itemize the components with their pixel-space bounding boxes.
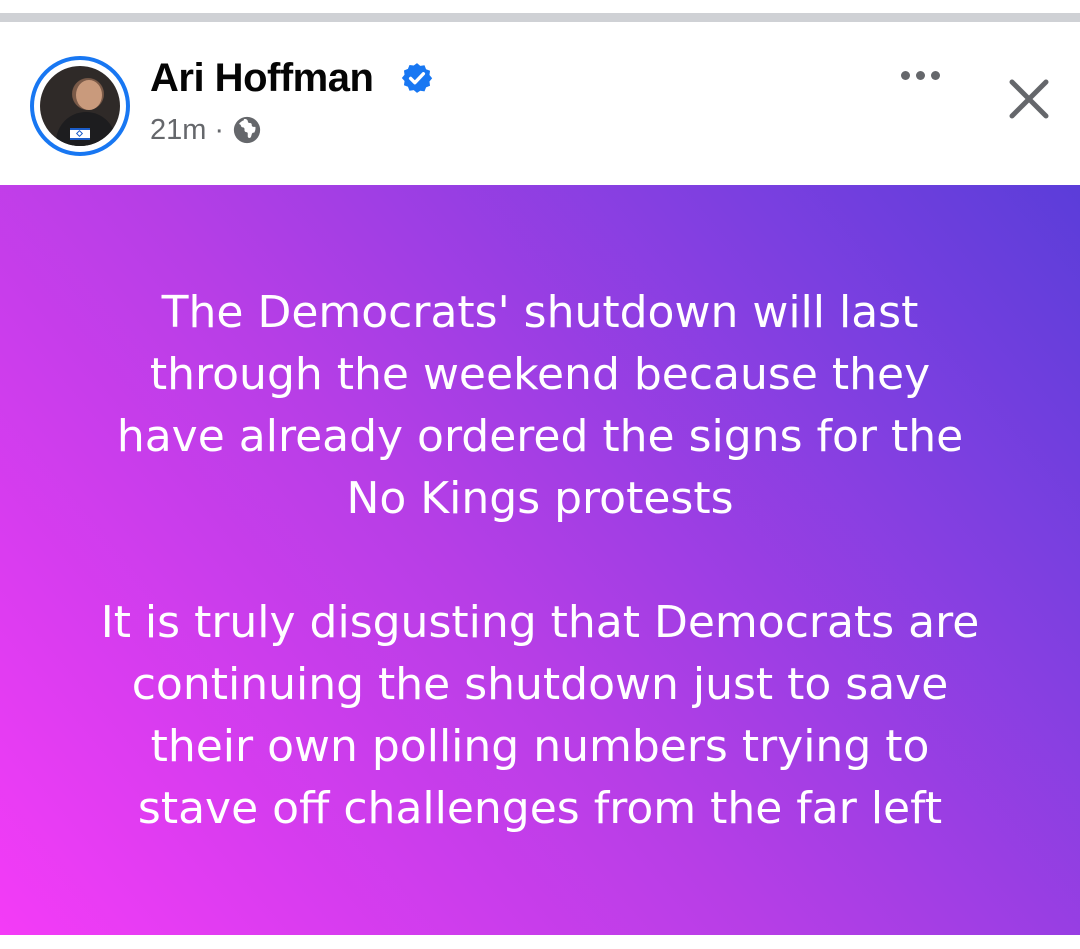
post-text-line: continuing the shutdown just to save [131, 659, 949, 710]
israel-flag-icon [70, 128, 90, 140]
meta-separator: · [214, 113, 225, 146]
post-text-line: through the weekend because they [149, 349, 931, 400]
post-meta: 21m · [150, 112, 262, 148]
post-text-line: It is truly disgusting that Democrats ar… [100, 597, 980, 648]
verified-badge-icon [401, 63, 433, 93]
avatar[interactable] [30, 56, 130, 156]
post-timestamp[interactable]: 21m [150, 114, 206, 147]
post-paragraph-1: The Democrats' shutdown will last throug… [40, 282, 1040, 530]
post-text-background: The Democrats' shutdown will last throug… [0, 185, 1080, 935]
top-divider [0, 13, 1080, 22]
post-text-line: stave off challenges from the far left [137, 783, 943, 834]
more-options-icon [900, 70, 910, 80]
avatar-photo [40, 66, 120, 146]
bottom-edge [0, 935, 1080, 949]
more-options-button[interactable] [890, 62, 950, 88]
post-viewer: Ari Hoffman 21m · The Democrats' shutdow… [0, 0, 1080, 949]
post-text-line: No Kings protests [346, 473, 734, 524]
post-text-line: their own polling numbers trying to [150, 721, 930, 772]
post-paragraph-2: It is truly disgusting that Democrats ar… [40, 592, 1040, 840]
close-button[interactable] [1004, 74, 1054, 124]
globe-icon [233, 116, 261, 144]
post-text-line: The Democrats' shutdown will last [161, 287, 919, 338]
close-icon [1009, 79, 1049, 119]
author-name[interactable]: Ari Hoffman [150, 56, 374, 100]
post-text-line: have already ordered the signs for the [116, 411, 964, 462]
post-header: Ari Hoffman 21m · [0, 22, 1080, 185]
